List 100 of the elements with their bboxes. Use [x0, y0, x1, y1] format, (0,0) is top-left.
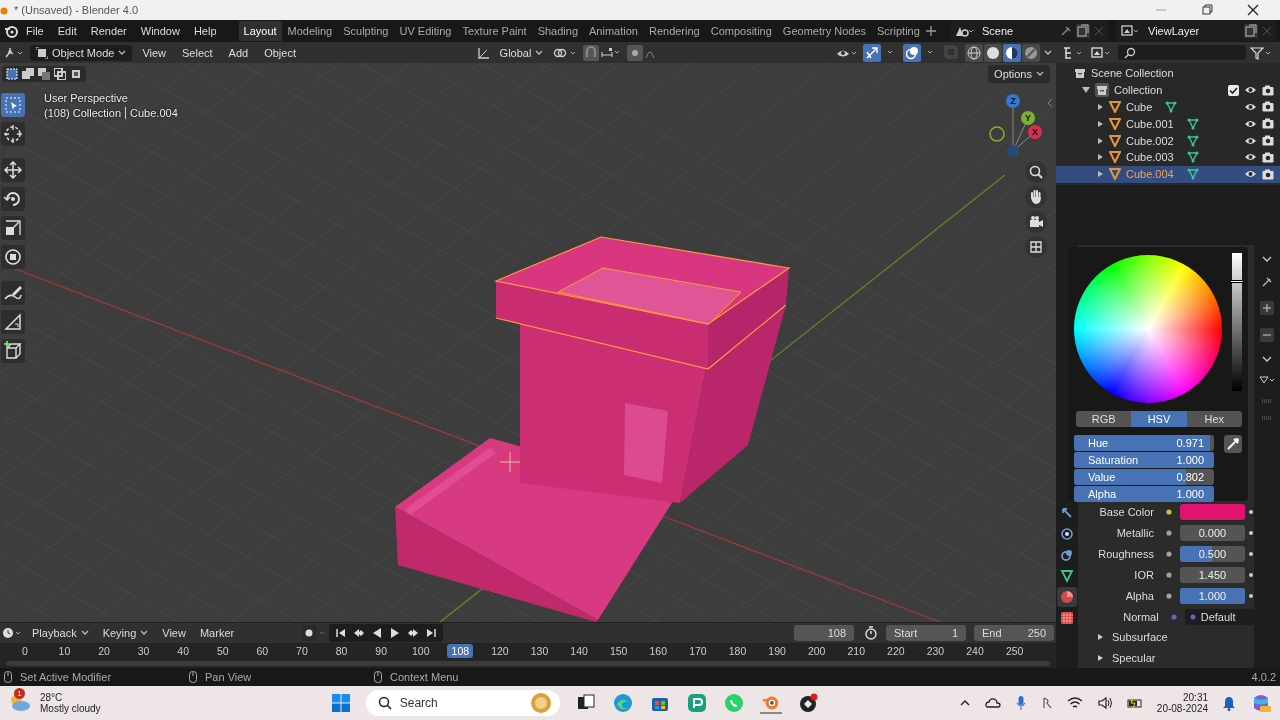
workspace-tab[interactable]: Sculpting: [338, 21, 394, 41]
menu-item[interactable]: Playback: [26, 625, 95, 641]
menu-item[interactable]: File: [20, 23, 50, 39]
collection-label: (108) Collection: [44, 107, 122, 119]
number-field[interactable]: 1.450: [1179, 567, 1245, 583]
menu-item[interactable]: Render: [84, 23, 133, 39]
workspace-tab[interactable]: Texture Paint: [457, 21, 532, 41]
workspace-tab[interactable]: Scripting: [872, 21, 925, 41]
color-mode-tab[interactable]: Hex: [1186, 411, 1242, 427]
frame-number: 40: [176, 645, 190, 657]
current-frame-field[interactable]: 108: [794, 625, 854, 641]
value-slider[interactable]: 1.000: [1179, 588, 1245, 604]
color-mode-tab[interactable]: HSV: [1131, 411, 1187, 427]
frame-number: 10: [57, 645, 72, 657]
object-name: Cube.001: [1126, 117, 1174, 130]
menu-item[interactable]: Marker: [193, 625, 241, 641]
color-mode-tab[interactable]: RGB: [1076, 411, 1132, 427]
frame-number: 170: [688, 645, 708, 657]
object-name: Cube: [1126, 101, 1153, 113]
hint-text: Pan View: [205, 671, 252, 683]
value-slider[interactable]: Alpha 1.000: [1074, 486, 1214, 502]
outliner-item[interactable]: Scene Collection: [1091, 67, 1174, 80]
object-name: Cube.003: [1126, 151, 1174, 164]
property-label: Metallic: [1115, 527, 1155, 539]
value-slider[interactable]: Saturation 1.000: [1074, 452, 1214, 468]
workspace-tab[interactable]: UV Editing: [394, 21, 457, 41]
search-field[interactable]: Search: [365, 690, 560, 716]
window-title: * (Unsaved) - Blender 4.0: [14, 4, 139, 16]
frame-number: 240: [965, 645, 985, 657]
mode-dropdown[interactable]: Object Mode: [30, 44, 133, 61]
workspace-tab[interactable]: Geometry Nodes: [777, 21, 871, 41]
menu-item[interactable]: Window: [134, 23, 186, 39]
outliner-row[interactable]: Cube.001: [1056, 115, 1280, 133]
end-frame-field[interactable]: End 250: [974, 625, 1054, 641]
frame-number: 30: [136, 645, 151, 657]
menu-item[interactable]: Add: [222, 44, 255, 61]
frame-number: 180: [727, 645, 748, 657]
weather-label: Mostly cloudy: [40, 703, 101, 714]
menu-item[interactable]: Object: [258, 44, 302, 61]
menu-item[interactable]: Keying: [96, 625, 155, 641]
workspace-tab[interactable]: Modeling: [282, 21, 338, 41]
frame-number: 50: [215, 645, 230, 657]
menu-item[interactable]: View: [156, 625, 192, 641]
outliner-row[interactable]: Cube: [1056, 98, 1280, 116]
frame-number: 70: [295, 645, 309, 657]
frame-number: 100: [410, 645, 431, 657]
frame-number: 120: [490, 645, 510, 657]
start-frame-field[interactable]: Start 1: [886, 625, 966, 641]
outliner-item[interactable]: Collection: [1114, 84, 1163, 97]
frame-number: 140: [569, 645, 589, 657]
view-name: User Perspective: [44, 92, 129, 104]
frame-number: 220: [886, 645, 906, 657]
frame-number: 90: [374, 645, 388, 657]
panel-header[interactable]: Subsurface: [1078, 626, 1254, 647]
axis-label: Z: [1010, 96, 1016, 106]
hint-text: Context Menu: [390, 671, 459, 683]
workspace-tab[interactable]: Layout: [238, 21, 282, 41]
property-label: IOR: [1133, 569, 1155, 581]
menu-item[interactable]: Select: [176, 44, 219, 61]
current-frame-marker[interactable]: 108: [447, 644, 474, 658]
property-label: Roughness: [1097, 548, 1155, 560]
value-slider[interactable]: Hue 0.971: [1074, 435, 1214, 451]
clock-date[interactable]: 20-08-2024: [1156, 703, 1208, 714]
axis-label: Y: [1025, 113, 1031, 123]
frame-number: 150: [608, 645, 629, 657]
outliner-row[interactable]: Cube.002: [1056, 132, 1280, 149]
workspace-tab[interactable]: Rendering: [643, 21, 705, 41]
frame-number: 250: [1004, 645, 1025, 657]
frame-number: 20: [97, 645, 111, 657]
frame-number: 200: [806, 645, 827, 657]
frame-number: 0: [20, 645, 29, 657]
hint-text: Set Active Modifier: [20, 671, 112, 683]
notification-badge: 1: [14, 688, 25, 699]
frame-number: 60: [255, 645, 270, 657]
clock-time[interactable]: 20:31: [1183, 692, 1208, 703]
object-name: Cube.002: [1126, 134, 1174, 147]
frame-number: 210: [846, 645, 867, 657]
menu-item[interactable]: View: [136, 44, 173, 61]
object-label: Cube.004: [130, 107, 178, 119]
outliner-row[interactable]: Cube.003: [1056, 149, 1280, 166]
property-label: Base Color: [1098, 506, 1155, 518]
workspace-tab[interactable]: Compositing: [705, 21, 777, 41]
frame-number: 190: [767, 645, 787, 657]
outliner-row[interactable]: Cube.004: [1056, 165, 1280, 183]
panel-header[interactable]: Specular: [1078, 647, 1254, 668]
value-slider[interactable]: 0.000: [1179, 525, 1245, 541]
menu-item[interactable]: Help: [187, 23, 223, 39]
workspace-tab[interactable]: Animation: [584, 21, 643, 41]
temperature-label: 28°C: [40, 692, 64, 703]
orientation-dropdown[interactable]: Global: [493, 44, 550, 61]
options-dropdown[interactable]: Options: [988, 65, 1050, 83]
frame-number: 230: [925, 645, 946, 657]
menu-item[interactable]: Edit: [51, 23, 83, 39]
property-label: Normal: [1122, 611, 1160, 623]
frame-number: 160: [648, 645, 669, 657]
property-label: Alpha: [1124, 590, 1155, 602]
version-label: 4.0.2: [1251, 671, 1276, 683]
frame-number: 80: [334, 645, 349, 657]
workspace-tab[interactable]: Shading: [532, 21, 584, 41]
dropdown-field[interactable]: Default: [1184, 609, 1254, 625]
